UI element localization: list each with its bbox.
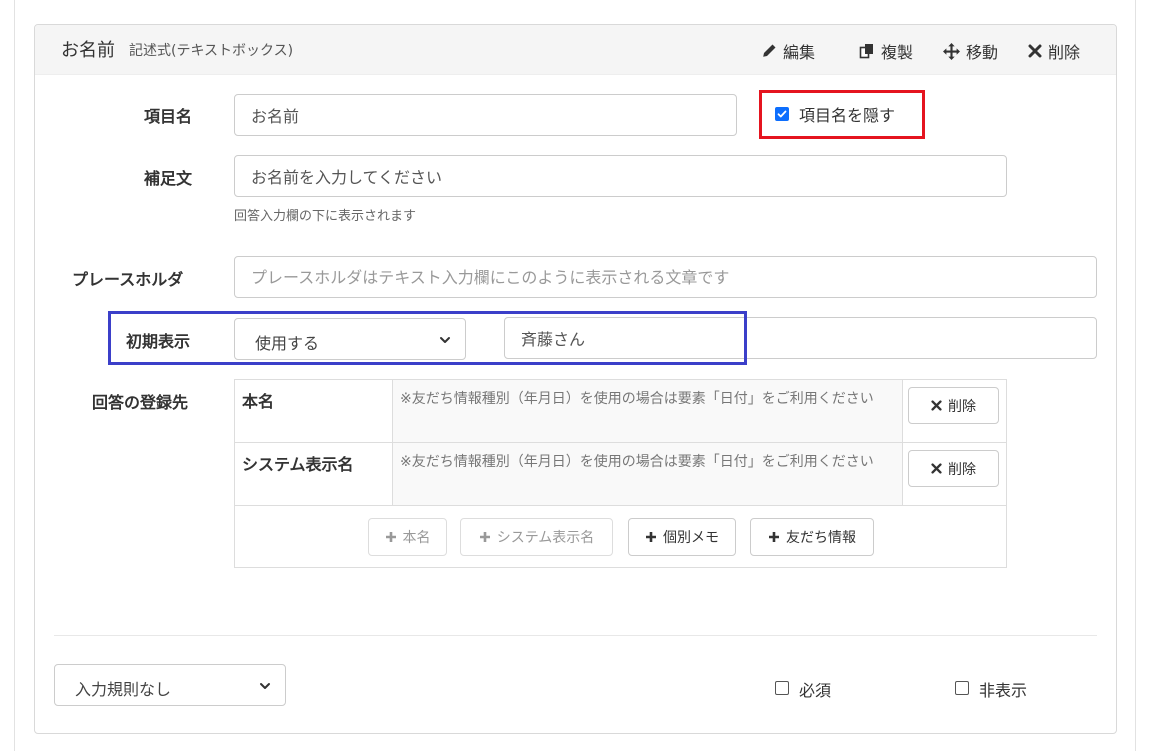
page-border-right (1135, 0, 1136, 751)
check-icon (777, 110, 787, 118)
add-real-name-button[interactable]: 本名 (368, 518, 447, 556)
duplicate-label: 複製 (881, 43, 914, 62)
question-title: お名前 (61, 40, 115, 61)
move-icon (943, 42, 960, 60)
pencil-icon (763, 44, 776, 57)
close-icon (931, 400, 942, 411)
hidden-checkbox[interactable] (955, 681, 969, 695)
registration-note: ※友だち情報種別（年月日）を使用の場合は要素「日付」をご利用ください (393, 380, 903, 442)
move-button[interactable]: 移動 (943, 39, 998, 63)
registration-label: 回答の登録先 (92, 393, 189, 412)
supplement-help: 回答入力欄の下に表示されます (234, 209, 417, 224)
close-icon (1028, 44, 1042, 58)
plus-icon (385, 532, 396, 542)
registration-table: 本名 ※友だち情報種別（年月日）を使用の場合は要素「日付」をご利用ください 削除… (234, 379, 1007, 568)
hidden-label: 非表示 (979, 681, 1028, 700)
input-rule-value: 入力規則なし (75, 680, 172, 699)
highlight-blue (108, 311, 747, 365)
add-friend-info-button[interactable]: 友だち情報 (750, 518, 874, 556)
close-icon (931, 463, 942, 474)
item-name-label: 項目名 (144, 107, 193, 126)
panel-header: お名前 記述式(テキストボックス) 編集 複製 移動 削除 (35, 25, 1116, 75)
hide-label-text: 項目名を隠す (799, 106, 896, 125)
add-memo-button[interactable]: 個別メモ (628, 518, 736, 556)
add-memo-label: 個別メモ (663, 530, 719, 546)
copy-icon (859, 44, 873, 59)
hide-label-checkbox[interactable] (775, 107, 789, 121)
duplicate-button[interactable]: 複製 (859, 39, 913, 63)
registration-name: 本名 (235, 380, 393, 442)
registration-note: ※友だち情報種別（年月日）を使用の場合は要素「日付」をご利用ください (393, 443, 903, 505)
edit-label: 編集 (783, 43, 816, 62)
table-row: システム表示名 ※友だち情報種別（年月日）を使用の場合は要素「日付」をご利用くだ… (235, 443, 1006, 506)
add-friend-info-label: 友だち情報 (786, 530, 856, 546)
add-system-name-label: システム表示名 (496, 530, 595, 546)
required-label: 必須 (799, 681, 832, 700)
delete-question-button[interactable]: 削除 (1028, 39, 1080, 63)
delete-label: 削除 (1048, 43, 1081, 62)
add-real-name-label: 本名 (402, 530, 431, 546)
page-border-left (14, 0, 15, 751)
table-row: 本名 ※友だち情報種別（年月日）を使用の場合は要素「日付」をご利用ください 削除 (235, 380, 1006, 443)
registration-delete-label: 削除 (948, 461, 976, 478)
placeholder-input[interactable] (234, 256, 1097, 298)
footer-divider (54, 635, 1097, 636)
registration-name: システム表示名 (235, 443, 393, 505)
chevron-down-icon (260, 683, 270, 689)
move-label: 移動 (966, 43, 999, 62)
plus-icon (646, 532, 656, 542)
placeholder-label: プレースホルダ (72, 270, 184, 289)
registration-delete-label: 削除 (948, 398, 976, 415)
plus-icon (769, 532, 779, 542)
registration-delete-button[interactable]: 削除 (908, 450, 999, 487)
supplement-input[interactable] (234, 155, 1007, 197)
item-name-input[interactable] (234, 94, 737, 136)
input-rule-select[interactable]: 入力規則なし (54, 664, 286, 706)
supplement-label: 補足文 (144, 169, 193, 188)
registration-delete-button[interactable]: 削除 (908, 387, 999, 424)
plus-icon (479, 532, 490, 542)
edit-button[interactable]: 編集 (761, 39, 815, 63)
required-checkbox[interactable] (775, 681, 789, 695)
question-type: 記述式(テキストボックス) (129, 43, 294, 59)
add-system-name-button[interactable]: システム表示名 (460, 518, 613, 556)
